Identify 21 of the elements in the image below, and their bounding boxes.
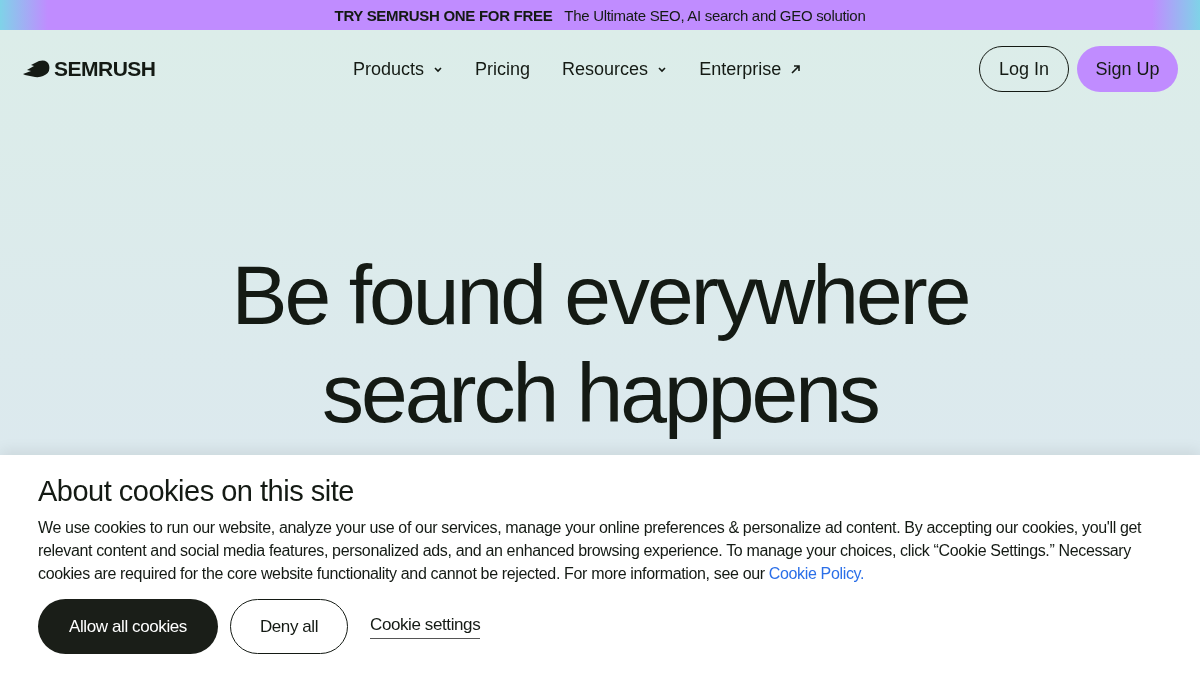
- deny-all-button[interactable]: Deny all: [230, 599, 348, 654]
- nav-link[interactable]: Pricing: [475, 58, 531, 80]
- hero-headline: search happens: [322, 345, 878, 442]
- fireball-logo-icon: [23, 60, 51, 78]
- logo-wordmark[interactable]: SEMRUSH: [54, 57, 156, 81]
- sign-up-button[interactable]: Sign Up: [1077, 46, 1178, 92]
- cookie-policy-link[interactable]: Cookie Policy.: [768, 565, 865, 582]
- cookie-text: We use cookies to run our website, analyze your use of our services, manage your online preferences & personalize ad content. By accepting our cookies, you'll get relevant content and social media features, personalized ads, and an enhanced browsing experience. To manage your choices, click “Cookie Settings.” Necessary cookies are required for the core website functionality and cannot be rejected. For more information, see our Cookie Policy.: [38, 518, 1143, 584]
- nav-link[interactable]: Products: [353, 58, 444, 80]
- cookie-title: About cookies on this site: [38, 475, 355, 508]
- promo-banner[interactable]: TRY SEMRUSH ONE FOR FREE The Ultimate SEO, AI search and GEO solution: [0, 0, 1200, 30]
- promo-text: The Ultimate SEO, AI search and GEO solution: [564, 6, 866, 24]
- chevron-down-icon: [657, 65, 668, 73]
- cookie-settings-link[interactable]: Cookie settings: [370, 614, 481, 639]
- nav-link[interactable]: Enterprise: [699, 58, 802, 80]
- promo-label: TRY SEMRUSH ONE FOR FREE: [334, 6, 553, 24]
- allow-all-button[interactable]: Allow all cookies: [38, 599, 218, 654]
- chevron-down-icon: [433, 65, 444, 73]
- hero-headline: Be found everywhere: [231, 247, 969, 344]
- nav-link[interactable]: Resources: [562, 58, 668, 80]
- arrow-up-right-icon: [790, 63, 802, 75]
